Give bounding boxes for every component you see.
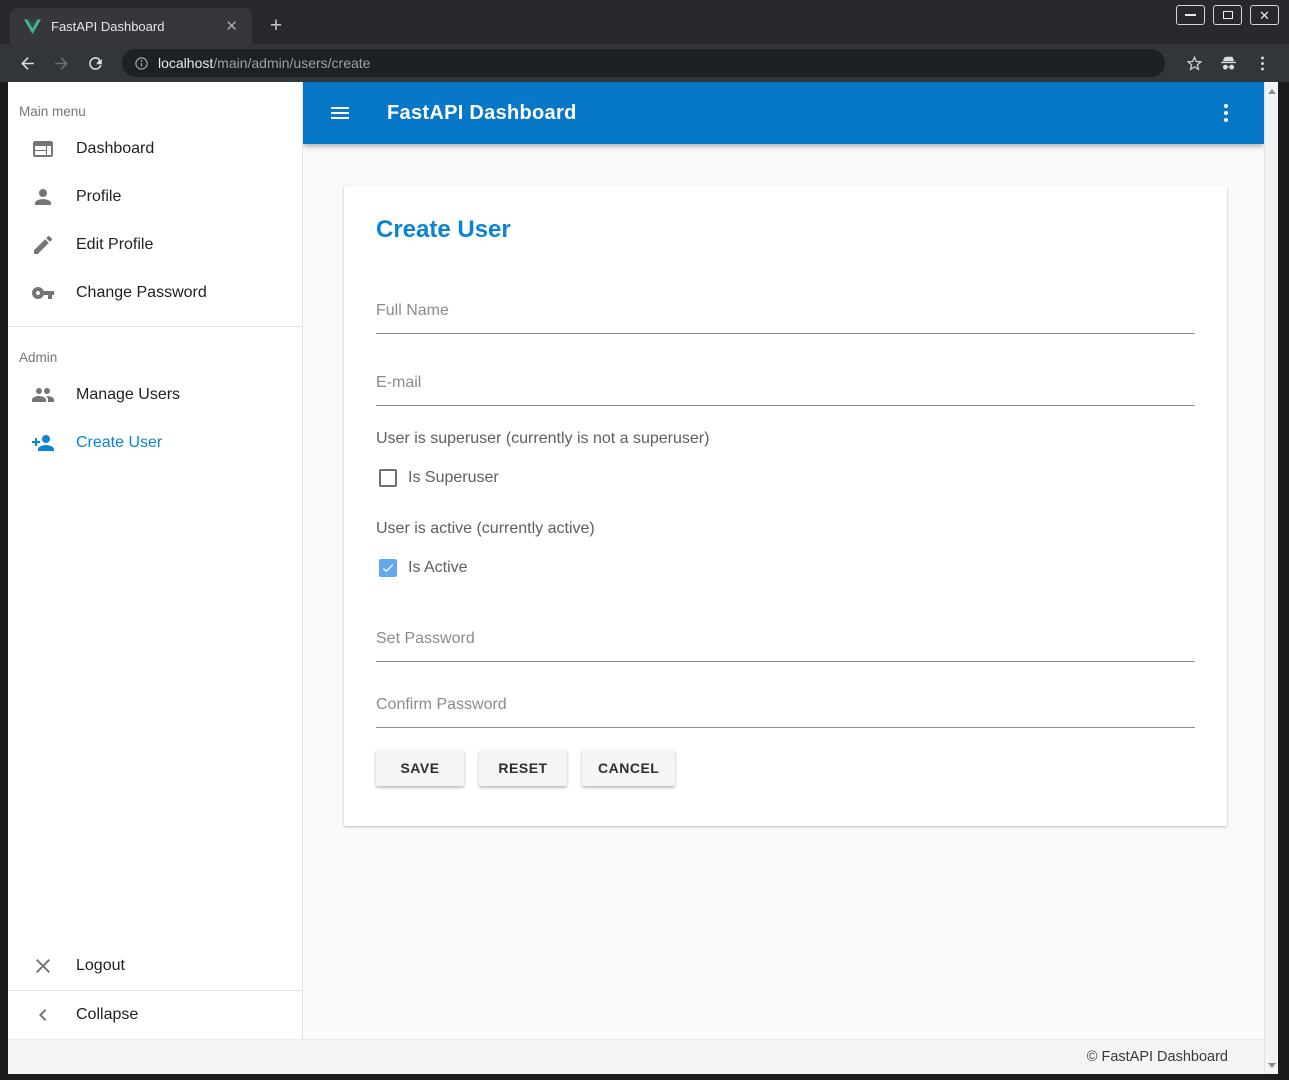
- email-input[interactable]: [376, 374, 1195, 406]
- sidebar-item-label: Manage Users: [76, 386, 180, 404]
- appbar: FastAPI Dashboard: [303, 82, 1264, 144]
- is-superuser-checkbox-row[interactable]: Is Superuser: [376, 466, 499, 490]
- tab-title: FastAPI Dashboard: [51, 19, 221, 34]
- is-superuser-checkbox[interactable]: [379, 469, 397, 487]
- address-bar[interactable]: localhost/main/admin/users/create: [122, 49, 1165, 77]
- page-scrollbar[interactable]: [1264, 82, 1278, 1074]
- appbar-title: FastAPI Dashboard: [387, 102, 577, 125]
- hamburger-menu-icon[interactable]: [323, 95, 359, 131]
- superuser-hint: User is superuser (currently is not a su…: [376, 430, 1195, 448]
- reload-button[interactable]: [82, 50, 108, 76]
- sidebar-section-header-main-menu: Main menu: [8, 82, 302, 125]
- sidebar-spacer: [8, 467, 302, 942]
- site-info-icon[interactable]: [134, 56, 149, 71]
- window-close-button[interactable]: ✕: [1250, 5, 1279, 25]
- window-minimize-button[interactable]: [1176, 5, 1205, 25]
- browser-tab[interactable]: FastAPI Dashboard ✕: [10, 8, 252, 44]
- person-add-icon: [31, 431, 55, 455]
- is-active-checkbox-row[interactable]: Is Active: [376, 556, 468, 580]
- window-controls: ✕: [1176, 5, 1279, 25]
- group-icon: [31, 383, 55, 407]
- sidebar-item-manage-users[interactable]: Manage Users: [8, 371, 302, 419]
- sidebar-item-create-user[interactable]: Create User: [8, 419, 302, 467]
- vue-logo-icon: [24, 18, 41, 35]
- sidebar-item-label: Collapse: [76, 1006, 138, 1024]
- full-name-field-wrapper: [376, 302, 1195, 334]
- page-viewport: Main menu Dashboard Profile Edit Profile…: [8, 82, 1278, 1074]
- sidebar-item-label: Edit Profile: [76, 236, 153, 254]
- email-field-wrapper: [376, 374, 1195, 406]
- sidebar-item-label: Change Password: [76, 284, 207, 302]
- main-content: FastAPI Dashboard Create User User is su…: [303, 82, 1264, 1039]
- set-password-field-wrapper: [376, 630, 1195, 662]
- save-button[interactable]: SAVE: [376, 750, 464, 786]
- pencil-icon: [31, 233, 55, 257]
- browser-toolbar: localhost/main/admin/users/create: [0, 44, 1289, 82]
- form-title: Create User: [376, 214, 1195, 246]
- forward-button[interactable]: [48, 50, 74, 76]
- footer-copyright: © FastAPI Dashboard: [1087, 1049, 1228, 1065]
- set-password-input[interactable]: [376, 630, 1195, 662]
- is-superuser-label: Is Superuser: [408, 469, 499, 487]
- close-icon: [31, 954, 55, 978]
- sidebar-item-change-password[interactable]: Change Password: [8, 269, 302, 317]
- person-icon: [31, 185, 55, 209]
- confirm-password-input[interactable]: [376, 696, 1195, 728]
- active-hint: User is active (currently active): [376, 520, 1195, 538]
- form-buttons: SAVE RESET CANCEL: [376, 750, 1195, 786]
- browser-menu-icon[interactable]: [1249, 50, 1275, 76]
- sidebar-item-edit-profile[interactable]: Edit Profile: [8, 221, 302, 269]
- is-active-checkbox[interactable]: [379, 559, 397, 577]
- page-footer: © FastAPI Dashboard: [8, 1039, 1264, 1074]
- sidebar-item-label: Dashboard: [76, 140, 154, 158]
- chevron-left-icon: [31, 1003, 55, 1027]
- cancel-button[interactable]: CANCEL: [582, 750, 675, 786]
- scrollbar-down-arrow-icon[interactable]: [1265, 1058, 1278, 1072]
- url-text: localhost/main/admin/users/create: [158, 55, 370, 71]
- appbar-kebab-menu-icon[interactable]: [1208, 95, 1244, 131]
- tab-close-icon[interactable]: ✕: [221, 17, 242, 36]
- check-icon: [381, 561, 395, 575]
- is-active-label: Is Active: [408, 559, 468, 577]
- sidebar-item-logout[interactable]: Logout: [8, 942, 302, 990]
- sidebar: Main menu Dashboard Profile Edit Profile…: [8, 82, 303, 1039]
- scrollbar-up-arrow-icon[interactable]: [1265, 84, 1278, 98]
- sidebar-section-header-admin: Admin: [8, 336, 302, 371]
- browser-tabstrip: FastAPI Dashboard ✕ + ✕: [0, 0, 1289, 44]
- sidebar-item-label: Create User: [76, 434, 162, 452]
- incognito-icon: [1215, 50, 1241, 76]
- sidebar-item-label: Profile: [76, 188, 121, 206]
- full-name-input[interactable]: [376, 302, 1195, 334]
- sidebar-divider: [8, 326, 302, 327]
- back-button[interactable]: [14, 50, 40, 76]
- window-maximize-button[interactable]: [1213, 5, 1242, 25]
- sidebar-item-label: Logout: [76, 957, 125, 975]
- sidebar-item-dashboard[interactable]: Dashboard: [8, 125, 302, 173]
- create-user-card: Create User User is superuser (currently…: [344, 186, 1227, 826]
- confirm-password-field-wrapper: [376, 696, 1195, 728]
- bookmark-star-icon[interactable]: [1181, 50, 1207, 76]
- sidebar-item-collapse[interactable]: Collapse: [8, 991, 302, 1039]
- sidebar-item-profile[interactable]: Profile: [8, 173, 302, 221]
- reset-button[interactable]: RESET: [479, 750, 567, 786]
- new-tab-button[interactable]: +: [262, 12, 290, 40]
- dashboard-icon: [31, 137, 55, 161]
- key-icon: [31, 281, 55, 305]
